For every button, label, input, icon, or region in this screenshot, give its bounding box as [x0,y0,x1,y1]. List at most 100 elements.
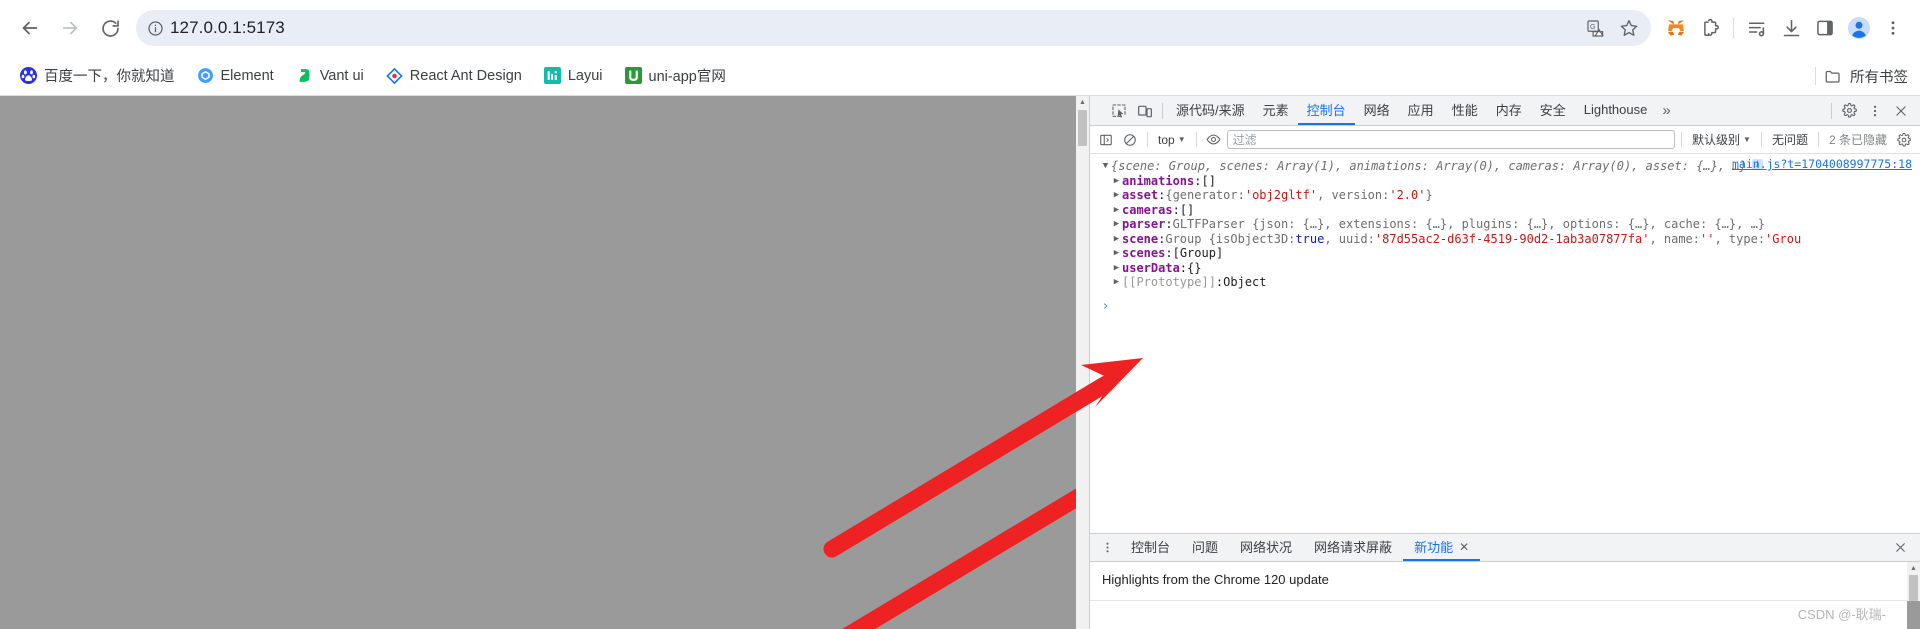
page-vertical-scrollbar[interactable]: ▲ [1076,96,1089,629]
property-value: [] [1179,202,1195,217]
object-property-row[interactable]: ▶ animations : [] [1090,174,1920,189]
console-log-entry[interactable]: ▼ {scene: Group, scenes: Array(1), anima… [1090,154,1920,292]
reload-icon[interactable] [90,8,130,48]
scrollbar-thumb[interactable] [1909,575,1918,601]
expand-triangle-icon[interactable]: ▶ [1111,188,1122,203]
execution-context-selector[interactable]: top ▼ [1154,132,1190,148]
console-filter-bar: top ▼ 默认级别 ▼ 无问题 2 条已隐藏 [1090,126,1920,154]
console-settings-icon[interactable] [1893,129,1915,151]
chrome-menu-icon[interactable] [1876,11,1910,45]
drawer-more-icon[interactable] [1094,535,1120,561]
drawer-tab-issues[interactable]: 问题 [1181,534,1229,561]
object-property-row[interactable]: ▶ cameras : [] [1090,203,1920,218]
downloads-icon[interactable] [1774,11,1808,45]
scrollbar-thumb[interactable] [1078,110,1087,146]
issues-status[interactable]: 无问题 [1768,131,1812,148]
tab-network[interactable]: 网络 [1355,96,1399,125]
bookmark-element[interactable]: Element [189,63,282,88]
property-separator: : [1158,188,1166,202]
reading-list-icon[interactable] [1740,11,1774,45]
tab-console[interactable]: 控制台 [1297,96,1355,125]
object-property-row[interactable]: ▶ scenes : [Group] [1090,246,1920,261]
filterbar-divider-4 [1760,132,1762,147]
tab-lighthouse[interactable]: Lighthouse [1575,96,1657,125]
tab-memory[interactable]: 内存 [1487,96,1531,125]
drawer-scrollbar[interactable]: ▲ [1907,562,1920,601]
close-devtools-icon[interactable] [1888,98,1914,124]
tab-performance[interactable]: 性能 [1443,96,1487,125]
expand-triangle-icon[interactable]: ▶ [1111,246,1122,261]
whats-new-highlight-text[interactable]: Highlights from the Chrome 120 update [1090,562,1920,587]
device-toolbar-icon[interactable] [1132,98,1158,124]
drawer-tab-network-request-blocking[interactable]: 网络请求屏蔽 [1303,534,1403,561]
bookmark-star-icon[interactable] [1613,12,1645,44]
property-value: , version: [1317,188,1390,202]
object-property-row[interactable]: ▶ scene : Group {isObject3D: true , uuid… [1090,232,1920,247]
property-separator: : [1165,246,1173,260]
extension-puzzle-icon[interactable] [1693,11,1727,45]
bookmark-vant-ui[interactable]: Vant ui [288,63,372,88]
console-sidebar-icon[interactable] [1095,129,1117,151]
console-input-prompt[interactable]: › [1090,292,1920,315]
property-value: , type: [1714,231,1766,246]
inspect-element-icon[interactable] [1106,98,1132,124]
drawer-tab-console[interactable]: 控制台 [1120,534,1181,561]
bookmark-baidu[interactable]: 百度一下，你就知道 [12,61,183,90]
expand-triangle-icon[interactable]: ▶ [1111,275,1122,290]
metamask-fox-icon[interactable] [1659,11,1693,45]
clear-console-icon[interactable] [1119,129,1141,151]
expand-triangle-icon[interactable]: ▶ [1111,174,1122,189]
console-output[interactable]: main.js?t=1704008997775:18 ▼ {scene: Gro… [1090,154,1920,533]
property-key: userData [1122,260,1180,275]
expand-triangle-icon[interactable]: ▶ [1111,232,1122,247]
drawer-footer-scrollbar[interactable] [1907,601,1920,629]
expand-triangle-icon[interactable]: ▶ [1111,203,1122,218]
property-key: [[Prototype]] [1122,275,1216,289]
bookmark-uni-app[interactable]: uni-app官网 [617,61,734,90]
forward-arrow-icon[interactable] [50,8,90,48]
close-drawer-icon[interactable] [1890,535,1916,561]
drawer-content: Highlights from the Chrome 120 update ▲ [1090,562,1920,601]
settings-gear-icon[interactable] [1836,98,1862,124]
address-bar[interactable]: 127.0.0.1:5173 G [136,10,1651,46]
bookmark-react-ant-design[interactable]: React Ant Design [378,63,530,88]
translate-icon[interactable]: G [1579,12,1611,44]
scroll-up-arrow-icon[interactable]: ▲ [1076,96,1089,109]
folder-icon[interactable] [1824,67,1842,85]
more-options-icon[interactable] [1862,98,1888,124]
bookmark-label: 百度一下，你就知道 [44,69,175,85]
property-value: {generator: [1165,188,1245,202]
site-info-icon[interactable] [140,13,170,43]
object-prototype-row[interactable]: ▶ [[Prototype]] : Object [1090,275,1920,290]
prompt-chevron-icon: › [1101,298,1110,314]
tab-elements[interactable]: 元素 [1254,96,1298,125]
close-tab-icon[interactable]: ✕ [1459,540,1469,554]
expand-triangle-icon[interactable]: ▶ [1111,261,1122,276]
back-arrow-icon[interactable] [10,8,50,48]
object-property-row[interactable]: ▶ parser : GLTFParser {json: {…}, extens… [1090,217,1920,232]
all-bookmarks-label[interactable]: 所有书签 [1850,66,1908,87]
filterbar-divider-5 [1817,132,1819,147]
property-separator: : [1172,202,1180,217]
more-tabs-icon[interactable]: » [1656,102,1676,119]
drawer-tab-network-conditions[interactable]: 网络状况 [1229,534,1303,561]
scroll-up-arrow-icon[interactable]: ▲ [1907,562,1920,575]
address-bar-url[interactable]: 127.0.0.1:5173 [170,18,1579,38]
object-property-row[interactable]: ▶ asset : {generator: 'obj2gltf' , versi… [1090,188,1920,203]
eye-icon[interactable] [1203,129,1225,151]
console-filter-input[interactable] [1226,130,1676,149]
console-source-link[interactable]: main.js?t=1704008997775:18 [1732,157,1912,172]
uniapp-icon [624,67,642,84]
expand-triangle-icon[interactable]: ▼ [1100,159,1111,174]
bookmark-layui[interactable]: Layui [536,63,611,88]
side-panel-icon[interactable] [1808,11,1842,45]
page-viewport[interactable] [0,96,1089,629]
tab-sources[interactable]: 源代码/来源 [1167,96,1254,125]
tab-application[interactable]: 应用 [1399,96,1443,125]
drawer-tab-whats-new[interactable]: 新功能 ✕ [1403,534,1481,561]
log-level-selector[interactable]: 默认级别 ▼ [1688,130,1755,149]
tab-security[interactable]: 安全 [1531,96,1575,125]
object-property-row[interactable]: ▶ userData : {} [1090,261,1920,276]
expand-triangle-icon[interactable]: ▶ [1111,217,1122,232]
profile-avatar[interactable] [1842,11,1876,45]
